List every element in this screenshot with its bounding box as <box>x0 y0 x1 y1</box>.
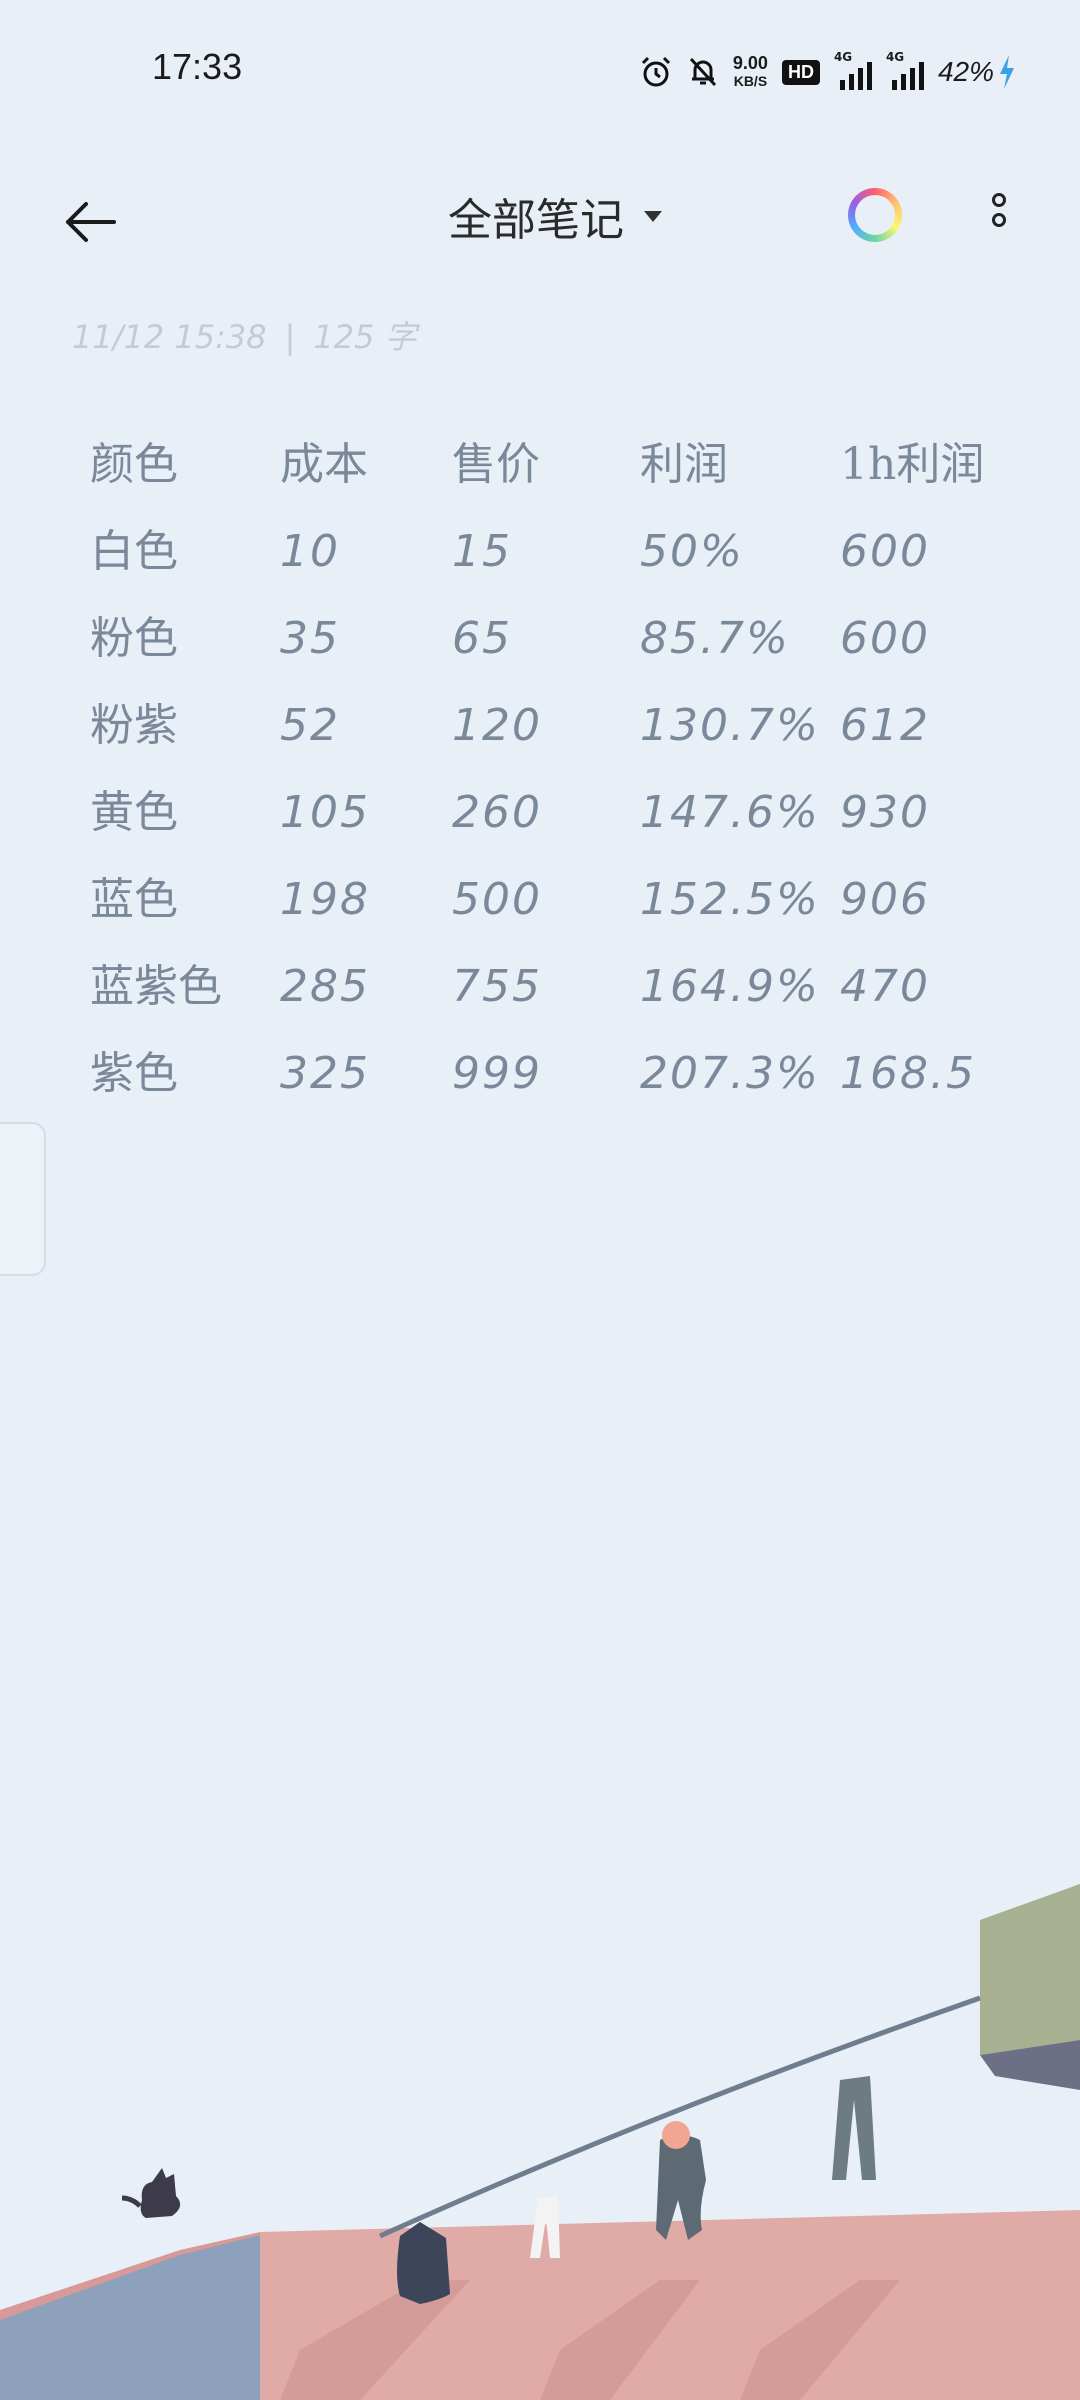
cell-profit: 50% <box>640 526 744 577</box>
table-header-row: 颜色 成本 售价 利润 1h利润 <box>70 430 1030 517</box>
cell-price: 120 <box>452 700 542 751</box>
caret-down-icon <box>644 210 662 222</box>
cell-hourly-profit: 930 <box>840 787 930 838</box>
table-row: 粉色 35 65 85.7% 600 <box>70 604 1030 691</box>
bell-off-icon <box>689 57 717 87</box>
cell-price: 500 <box>452 874 542 925</box>
alarm-icon <box>641 56 670 87</box>
back-arrow-icon <box>66 202 116 242</box>
header-profit: 利润 <box>640 439 728 490</box>
signal-icon: 4G <box>834 50 872 90</box>
cell-color: 紫色 <box>90 1048 178 1099</box>
meta-separator: | <box>284 318 296 356</box>
note-body[interactable]: 颜色 成本 售价 利润 1h利润 白色 10 15 50% 600 粉色 35 … <box>70 430 1030 1126</box>
network-speed: 9.00 KB/S <box>732 53 768 89</box>
folder-dropdown[interactable]: 全部笔记 <box>448 186 662 246</box>
cell-color: 粉色 <box>90 613 178 664</box>
cell-hourly-profit: 600 <box>840 613 930 664</box>
cell-cost: 285 <box>280 961 370 1012</box>
cell-price: 755 <box>452 961 542 1012</box>
header-price: 售价 <box>452 439 540 490</box>
header-cost: 成本 <box>280 439 368 490</box>
cell-profit: 130.7% <box>640 700 820 751</box>
page-title: 全部笔记 <box>448 195 624 246</box>
status-time: 17:33 <box>152 46 243 87</box>
status-bar: 17:33 9.00 KB/S HD 4G 4G 42% <box>0 0 1080 130</box>
table-row: 蓝色 198 500 152.5% 906 <box>70 865 1030 952</box>
cell-hourly-profit: 168.5 <box>840 1048 976 1099</box>
table-row: 黄色 105 260 147.6% 930 <box>70 778 1030 865</box>
cell-hourly-profit: 600 <box>840 526 930 577</box>
table-row: 蓝紫色 285 755 164.9% 470 <box>70 952 1030 1039</box>
cell-price: 65 <box>452 613 512 664</box>
cell-profit: 207.3% <box>640 1048 820 1099</box>
cell-color: 白色 <box>90 526 178 577</box>
cell-cost: 35 <box>280 613 340 664</box>
battery-indicator: 42% <box>938 55 1016 89</box>
cell-price: 15 <box>452 526 512 577</box>
hd-badge: HD <box>781 59 820 85</box>
word-count: 125 字 <box>313 318 417 356</box>
background-illustration <box>0 1884 1080 2400</box>
table-row: 粉紫 52 120 130.7% 612 <box>70 691 1030 778</box>
table-row: 紫色 325 999 207.3% 168.5 <box>70 1039 1030 1126</box>
top-app-bar: 全部笔记 <box>0 160 1080 270</box>
status-icons: 9.00 KB/S HD 4G 4G 42% <box>639 50 1016 94</box>
charging-icon <box>1000 55 1014 89</box>
cell-hourly-profit: 470 <box>840 961 930 1012</box>
header-hourly-profit: 1h利润 <box>840 439 985 490</box>
cell-hourly-profit: 612 <box>840 700 930 751</box>
note-date: 11/12 15:38 <box>72 318 267 356</box>
cell-profit: 85.7% <box>640 613 790 664</box>
cell-profit: 147.6% <box>640 787 820 838</box>
cell-color: 黄色 <box>90 787 178 838</box>
cell-profit: 164.9% <box>640 961 820 1012</box>
cell-cost: 198 <box>280 874 370 925</box>
note-meta: 11/12 15:38 | 125 字 <box>72 312 417 358</box>
header-color: 颜色 <box>90 439 178 490</box>
more-vertical-icon[interactable] <box>982 190 1016 246</box>
cell-cost: 52 <box>280 700 340 751</box>
cell-profit: 152.5% <box>640 874 820 925</box>
signal-icon: 4G <box>886 50 924 90</box>
back-button[interactable] <box>60 188 130 248</box>
cell-price: 260 <box>452 787 542 838</box>
cell-color: 蓝色 <box>90 874 178 925</box>
cell-color: 粉紫 <box>90 700 178 751</box>
cell-price: 999 <box>452 1048 542 1099</box>
cell-hourly-profit: 906 <box>840 874 930 925</box>
table-row: 白色 10 15 50% 600 <box>70 517 1030 604</box>
cell-cost: 105 <box>280 787 370 838</box>
cell-cost: 325 <box>280 1048 370 1099</box>
theme-color-ring-icon[interactable] <box>848 188 902 242</box>
cell-cost: 10 <box>280 526 340 577</box>
cell-color: 蓝紫色 <box>90 961 222 1012</box>
side-drawer-handle[interactable] <box>0 1122 46 1276</box>
